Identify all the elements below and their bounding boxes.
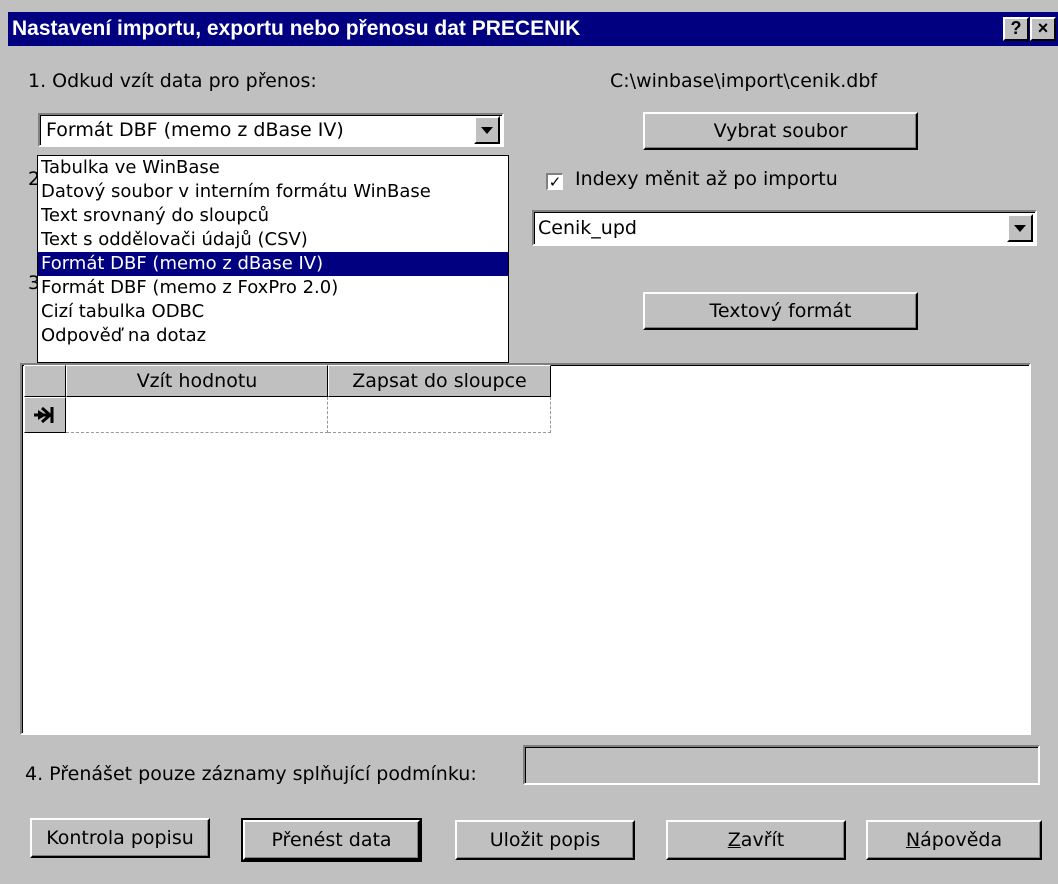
grid-header-write-column[interactable]: Zapsat do sloupce [328, 365, 551, 397]
section4-label: 4. Přenášet pouze záznamy splňující podm… [25, 763, 477, 785]
source-dropdown-button[interactable] [474, 116, 500, 144]
close-title-button[interactable]: × [1030, 17, 1056, 41]
list-item[interactable]: Text s oddělovači údajů (CSV) [38, 228, 508, 252]
chevron-down-icon [481, 126, 493, 134]
window-title-bar: Nastavení importu, exportu nebo přenosu … [8, 12, 1058, 46]
chevron-down-icon [1014, 224, 1026, 232]
window-title: Nastavení importu, exportu nebo přenosu … [12, 17, 581, 40]
help-label: ápověda [920, 829, 1003, 851]
list-item[interactable]: Cizí tabulka ODBC [38, 300, 508, 324]
close-accel: Z [727, 829, 741, 851]
source-select-value: Formát DBF (memo z dBase IV) [46, 119, 344, 141]
list-item[interactable]: Odpověď na dotaz [38, 324, 508, 348]
condition-input[interactable] [523, 745, 1040, 785]
list-item[interactable]: Datový soubor v interním formátu WinBase [38, 180, 508, 204]
target-table-select[interactable]: Cenik_upd [532, 210, 1037, 246]
list-item[interactable]: Text srovnaný do sloupců [38, 204, 508, 228]
list-item[interactable]: Formát DBF (memo z FoxPro 2.0) [38, 276, 508, 300]
target-select-value: Cenik_upd [538, 217, 637, 239]
index-checkbox[interactable]: ✓ [546, 173, 563, 190]
index-checkbox-label: Indexy měnit až po importu [575, 168, 838, 190]
text-format-button[interactable]: Textový formát [643, 292, 918, 330]
arrow-right-icon [34, 406, 54, 424]
grid-cell-take-value[interactable] [66, 397, 328, 433]
source-format-dropdown-list[interactable]: Tabulka ve WinBase Datový soubor v inter… [37, 155, 509, 363]
list-item-selected[interactable]: Formát DBF (memo z dBase IV) [38, 252, 508, 276]
close-button[interactable]: Zavřít [666, 820, 846, 860]
select-file-button[interactable]: Vybrat soubor [643, 112, 918, 150]
file-path-text: C:\winbase\import\cenik.dbf [610, 70, 878, 92]
list-item[interactable]: Tabulka ve WinBase [38, 156, 508, 180]
section1-label: 1. Odkud vzít data pro přenos: [28, 70, 317, 92]
source-format-select[interactable]: Formát DBF (memo z dBase IV) [38, 113, 504, 147]
help-title-button[interactable]: ? [1003, 17, 1029, 41]
transfer-data-button[interactable]: Přenést data [241, 818, 422, 862]
grid-cell-write-column[interactable] [328, 397, 551, 433]
grid-header-take-value[interactable]: Vzít hodnotu [66, 365, 328, 397]
help-accel: N [905, 829, 921, 851]
close-label: avřít [740, 829, 785, 851]
target-dropdown-button[interactable] [1007, 214, 1033, 242]
grid-corner-cell [24, 365, 66, 397]
field-mapping-grid[interactable]: Vzít hodnotu Zapsat do sloupce [20, 363, 1031, 735]
help-button[interactable]: Nápověda [866, 820, 1042, 860]
check-description-button[interactable]: Kontrola popisu [30, 818, 210, 858]
row-marker-cell[interactable] [24, 397, 66, 433]
save-description-button[interactable]: Uložit popis [455, 820, 635, 860]
